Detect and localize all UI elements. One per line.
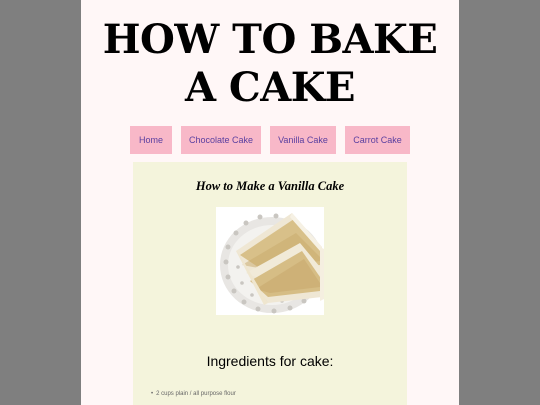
article-content: How to Make a Vanilla Cake Ingredients f… [133,162,407,405]
nav-chocolate-cake-button[interactable]: Chocolate Cake [181,126,261,154]
page: HOW TO BAKE A CAKE Home Chocolate Cake Va… [81,0,459,405]
cake-slice-image [216,207,324,315]
nav-bar: Home Chocolate Cake Vanilla Cake Carrot … [81,126,459,154]
site-title-line1: HOW TO BAKE [102,16,438,63]
nav-home-button[interactable]: Home [130,126,172,154]
vanilla-cake-photo [216,207,324,315]
nav-vanilla-cake-button[interactable]: Vanilla Cake [270,126,336,154]
ingredients-heading: Ingredients for cake: [206,353,334,369]
site-title-line2: A CAKE [184,64,356,111]
ingredient-list: 2 cups plain / all purpose flour [151,391,236,397]
nav-carrot-cake-button[interactable]: Carrot Cake [345,126,410,154]
site-title: HOW TO BAKE A CAKE [81,16,459,112]
list-item: 2 cups plain / all purpose flour [151,391,236,397]
article-title: How to Make a Vanilla Cake [195,179,345,193]
